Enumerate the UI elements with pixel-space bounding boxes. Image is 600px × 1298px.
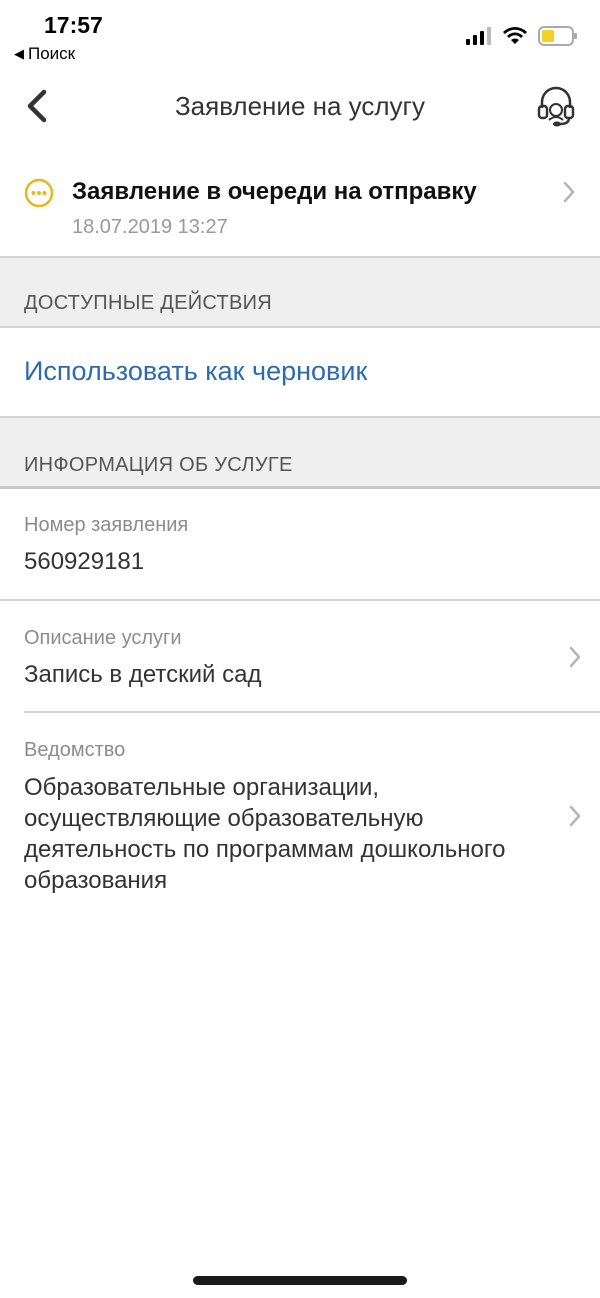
service-description-caption: Описание услуги <box>24 627 182 649</box>
chevron-right-icon <box>563 181 575 203</box>
divider <box>0 326 600 328</box>
department-caption: Ведомство <box>24 739 126 761</box>
application-number-value: 560929181 <box>24 548 145 575</box>
chevron-right-icon <box>569 646 581 668</box>
info-section-header: ИНФОРМАЦИЯ ОБ УСЛУГЕ <box>0 418 600 486</box>
department-value: Образовательные организации, осуществляю… <box>24 774 506 894</box>
actions-section-header: ДОСТУПНЫЕ ДЕЙСТВИЯ <box>0 258 600 326</box>
status-time: 17:57 <box>44 12 103 38</box>
application-number-row: Номер заявления 560929181 <box>0 490 600 600</box>
navigation-bar: Заявление на услугу <box>0 72 600 142</box>
cellular-signal-icon <box>466 27 491 45</box>
back-to-search-label: Поиск <box>28 44 76 63</box>
use-as-draft-button[interactable]: Использовать как черновик <box>24 356 367 387</box>
actions-section-title: ДОСТУПНЫЕ ДЕЙСТВИЯ <box>24 292 273 314</box>
divider <box>0 486 600 489</box>
page-title: Заявление на услугу <box>174 91 426 121</box>
wifi-icon <box>503 27 527 44</box>
application-number-caption: Номер заявления <box>24 514 189 536</box>
info-section-title: ИНФОРМАЦИЯ ОБ УСЛУГЕ <box>24 454 293 476</box>
status-icons <box>466 26 578 46</box>
back-to-search-link[interactable]: ◀ Поиск <box>14 44 75 64</box>
home-indicator[interactable] <box>193 1276 407 1285</box>
status-bar: 17:57 ◀ Поиск <box>0 0 600 72</box>
department-row[interactable]: Ведомство Образовательные организации, о… <box>0 713 600 913</box>
application-status-date: 18.07.2019 13:27 <box>72 216 228 238</box>
triangle-left-icon: ◀ <box>14 46 24 61</box>
application-status-row[interactable]: Заявление в очереди на отправку 18.07.20… <box>0 160 600 256</box>
chevron-right-icon <box>569 805 581 827</box>
headset-icon <box>537 86 575 127</box>
service-description-row[interactable]: Описание услуги Запись в детский сад <box>0 601 600 711</box>
battery-icon <box>538 26 577 46</box>
application-status-title: Заявление в очереди на отправку <box>72 178 477 205</box>
support-button[interactable] <box>536 84 576 128</box>
service-description-value: Запись в детский сад <box>24 661 262 688</box>
ellipsis-circle-icon <box>24 178 54 208</box>
